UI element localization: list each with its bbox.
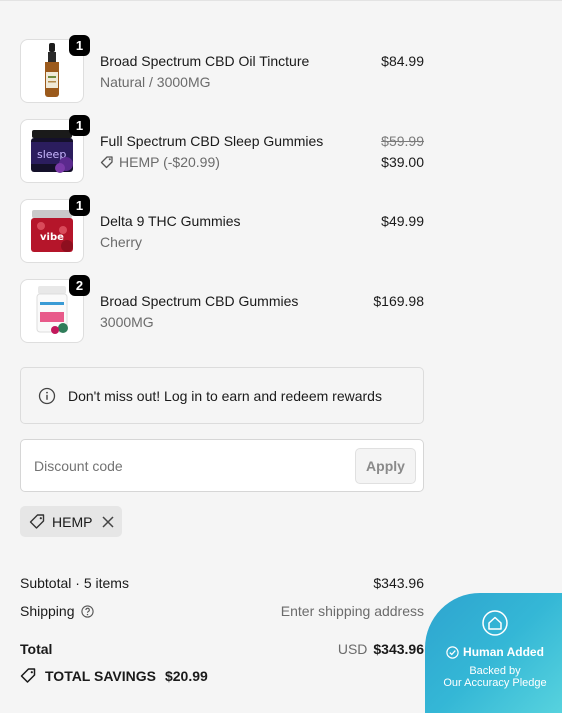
- list-item: 1 Broad Spectrum CBD Oil Tincture Natura…: [20, 35, 424, 105]
- product-thumbnail: vibe 1: [20, 195, 90, 263]
- product-variant: 3000MG: [100, 314, 154, 330]
- quantity-badge: 2: [69, 275, 90, 296]
- subtotal-label: Subtotal · 5 items: [20, 575, 129, 591]
- subtotal-row: Subtotal · 5 items $343.96: [20, 575, 424, 591]
- rewards-banner[interactable]: Don't miss out! Log in to earn and redee…: [20, 367, 424, 424]
- product-variant: Cherry: [100, 234, 142, 250]
- total-savings-row: TOTAL SAVINGS $20.99: [20, 667, 424, 684]
- product-name: Delta 9 THC Gummies: [100, 213, 241, 229]
- total-label: Total: [20, 641, 53, 657]
- tag-icon: [100, 156, 113, 169]
- tag-icon: [20, 668, 36, 683]
- variant-text: Cherry: [100, 234, 143, 250]
- badge-subtitle: Backed by Our Accuracy Pledge: [425, 665, 562, 689]
- product-name: Broad Spectrum CBD Oil Tincture: [100, 53, 310, 69]
- product-price: $84.99: [381, 53, 424, 69]
- product-discount: HEMP (-$20.99): [100, 154, 220, 170]
- check-circle-icon: [446, 645, 459, 659]
- badge-line2: Our Accuracy Pledge: [443, 677, 547, 689]
- applied-discount-chip: HEMP: [20, 506, 122, 537]
- help-icon[interactable]: [81, 605, 95, 618]
- accuracy-pledge-badge[interactable]: Human Added Backed by Our Accuracy Pledg…: [425, 593, 562, 713]
- home-shield-icon: [482, 610, 508, 636]
- product-name: Broad Spectrum CBD Gummies: [100, 293, 299, 309]
- total-row: Total USD $343.96: [20, 641, 424, 657]
- badge-title-row: Human Added: [425, 645, 562, 659]
- apply-button[interactable]: Apply: [355, 448, 416, 484]
- product-thumbnail: 2: [20, 275, 90, 343]
- shipping-value: Enter shipping address: [280, 603, 424, 619]
- total-value: $343.96: [373, 641, 424, 657]
- shipping-label: Shipping: [20, 603, 75, 619]
- product-thumbnail: sleep 1: [20, 115, 90, 183]
- tag-icon: [29, 514, 45, 529]
- list-item: vibe 1 Delta 9 THC Gummies Cherry $49.99: [20, 195, 424, 265]
- subtotal-value: $343.96: [373, 575, 424, 591]
- list-item: 2 Broad Spectrum CBD Gummies 3000MG $169…: [20, 275, 424, 345]
- savings-label: TOTAL SAVINGS: [45, 667, 156, 684]
- shipping-row: Shipping Enter shipping address: [20, 603, 424, 619]
- badge-title: Human Added: [463, 645, 544, 659]
- product-price: $39.00: [381, 154, 424, 170]
- badge-line1: Backed by: [469, 665, 521, 677]
- product-variant: Natural / 3000MG: [100, 74, 211, 90]
- variant-text: Natural / 3000MG: [100, 74, 211, 90]
- product-thumbnail: 1: [20, 35, 90, 103]
- currency-label: USD: [337, 641, 368, 657]
- remove-discount-button[interactable]: [101, 515, 115, 529]
- rewards-message: Don't miss out! Log in to earn and redee…: [68, 387, 382, 404]
- close-icon: [102, 515, 114, 528]
- product-price: $169.98: [373, 293, 424, 309]
- original-price: $59.99: [381, 133, 424, 149]
- quantity-badge: 1: [69, 195, 90, 216]
- discount-code-input[interactable]: [32, 452, 356, 480]
- applied-code-label: HEMP: [52, 513, 93, 530]
- info-icon: [38, 387, 56, 404]
- discount-form: Apply: [20, 439, 424, 492]
- savings-value: $20.99: [164, 667, 208, 684]
- product-name: Full Spectrum CBD Sleep Gummies: [100, 133, 324, 149]
- quantity-badge: 1: [69, 35, 90, 56]
- cart-items-list: 1 Broad Spectrum CBD Oil Tincture Natura…: [20, 35, 424, 359]
- product-price: $49.99: [381, 213, 424, 229]
- discount-label: HEMP (-$20.99): [119, 154, 220, 170]
- quantity-badge: 1: [69, 115, 90, 136]
- jar-label-text: vibe: [40, 232, 64, 243]
- list-item: sleep 1 Full Spectrum CBD Sleep Gummies …: [20, 115, 424, 185]
- variant-text: 3000MG: [100, 314, 154, 330]
